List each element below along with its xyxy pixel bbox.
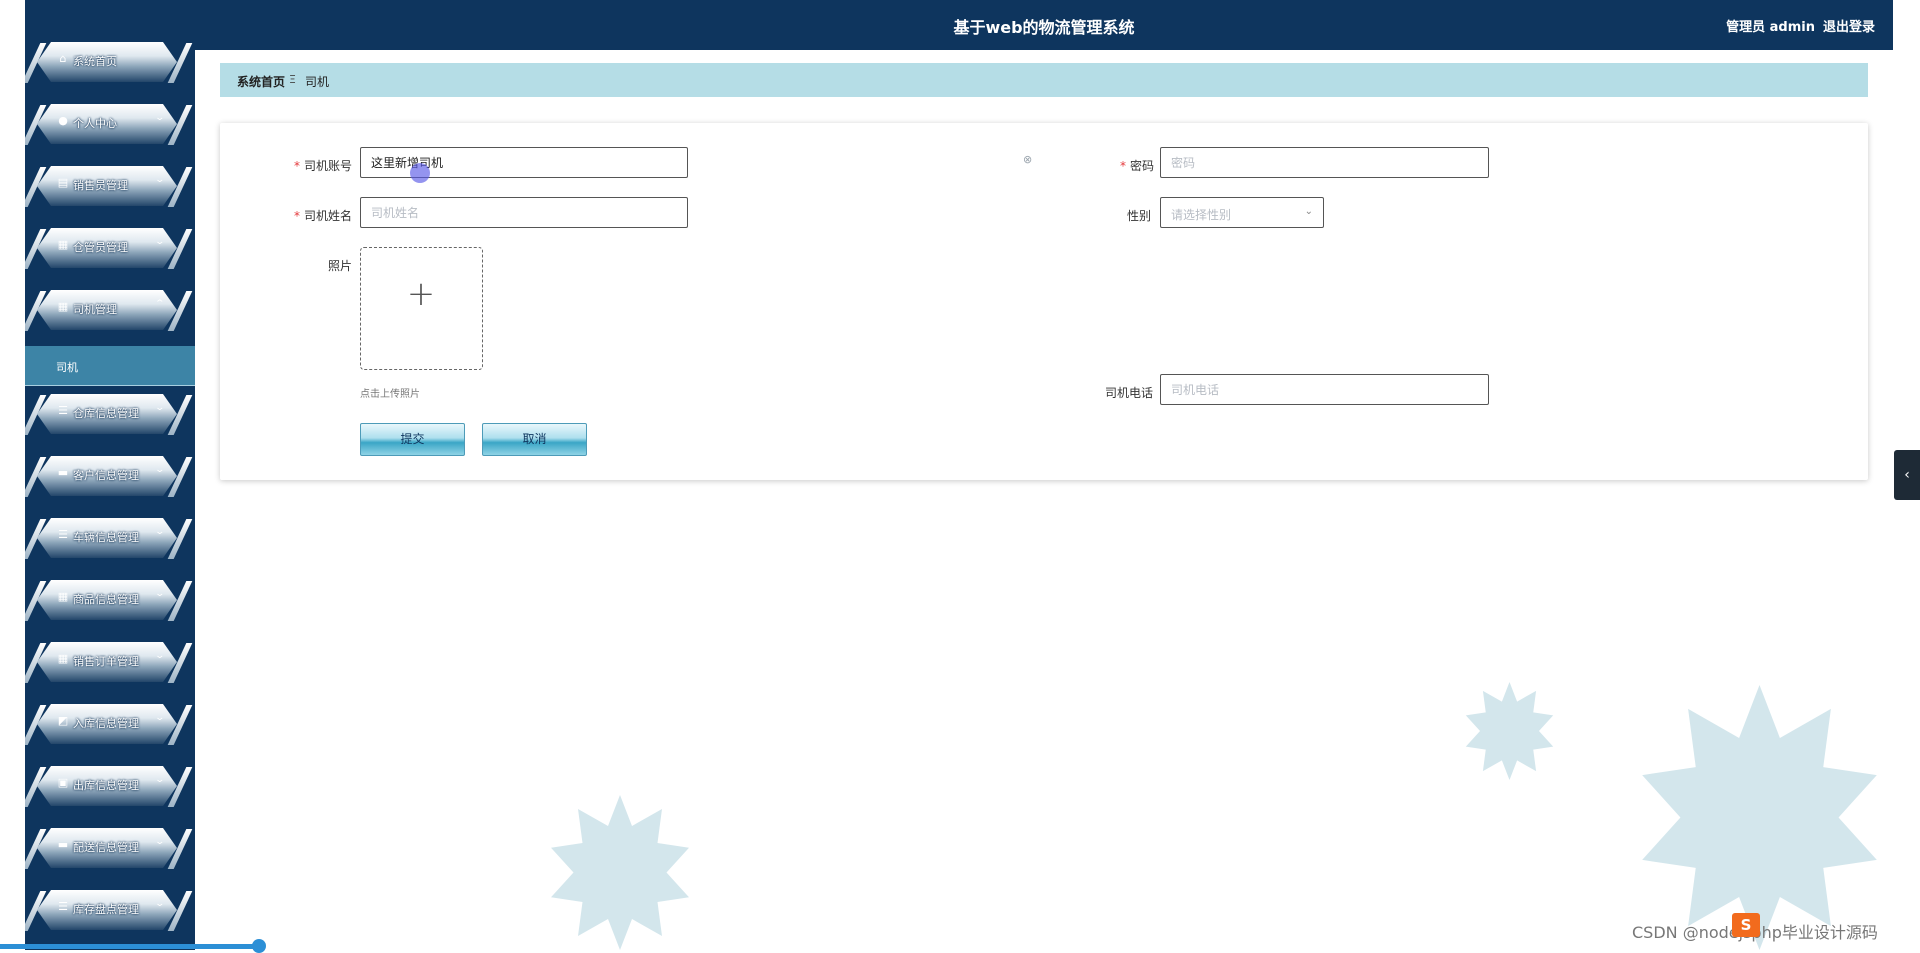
sidebar-item-label: 个人中心 bbox=[73, 117, 117, 130]
collapse-panel-icon[interactable]: ‹ bbox=[1894, 450, 1920, 500]
cancel-button[interactable]: 取消 bbox=[482, 423, 587, 456]
sidebar-item[interactable]: ▬ 客户信息管理 ⌄ bbox=[25, 445, 195, 507]
monitor-icon: ▬ bbox=[57, 838, 69, 851]
list-icon: ☰ bbox=[58, 900, 68, 913]
phone-label: 司机电话 bbox=[1105, 386, 1154, 400]
chevron-icon: ⌄ bbox=[154, 113, 166, 123]
submit-button[interactable]: 提交 bbox=[360, 423, 465, 456]
admin-user-label: 管理员 admin bbox=[1726, 20, 1815, 35]
sidebar-item[interactable]: ● 个人中心 ⌄ bbox=[25, 93, 195, 155]
list-icon: ☰ bbox=[58, 404, 68, 417]
chart-icon: ◩ bbox=[57, 714, 69, 727]
logout-link[interactable]: 退出登录 bbox=[1823, 16, 1875, 35]
breadcrumb-current: 司机 bbox=[305, 75, 330, 89]
page-progress-fill bbox=[0, 944, 259, 949]
sidebar-item-label: 销售员管理 bbox=[73, 179, 128, 192]
chevron-icon: ⌄ bbox=[154, 589, 166, 599]
photo-label: 照片 bbox=[328, 259, 353, 273]
driver-form-card: *司机账号 ⊗ *密码 *司机姓名 性别 请选择性别 ⌄ 照片 + 点击上传照片… bbox=[220, 123, 1868, 480]
user-area: 管理员 admin 退出登录 bbox=[1726, 16, 1875, 35]
sidebar-item[interactable]: ▤ 销售员管理 ⌄ bbox=[25, 155, 195, 217]
chevron-icon: ⌄ bbox=[154, 651, 166, 661]
breadcrumb-separator-icon: Ξ bbox=[289, 73, 296, 86]
monitor-icon: ▬ bbox=[57, 466, 69, 479]
chevron-icon: ⌄ bbox=[154, 465, 166, 475]
sidebar-item-label: 客户信息管理 bbox=[73, 469, 139, 482]
decoration-star-icon bbox=[1465, 682, 1554, 780]
photo-upload-box[interactable]: + bbox=[360, 247, 483, 370]
chevron-icon: ⌄ bbox=[154, 775, 166, 785]
clipboard-icon: ▤ bbox=[57, 176, 69, 189]
sidebar-item[interactable]: ▬ 配送信息管理 ⌄ bbox=[25, 817, 195, 879]
chevron-icon: ⌄ bbox=[154, 237, 166, 247]
chevron-icon: ⌄ bbox=[154, 837, 166, 847]
sidebar-item[interactable]: ⌂ 系统首页 bbox=[25, 31, 195, 93]
chevron-down-icon: ⌄ bbox=[1304, 206, 1313, 217]
sidebar-item[interactable]: ☰ 仓库信息管理 ⌄ bbox=[25, 383, 195, 445]
sidebar-item-label: 销售订单管理 bbox=[73, 655, 139, 668]
sidebar-item[interactable]: ☰ 库存盘点管理 ⌄ bbox=[25, 879, 195, 941]
sidebar-item-label: 库存盘点管理 bbox=[73, 903, 139, 916]
chevron-icon: ⌄ bbox=[154, 175, 166, 185]
driver-name-input[interactable] bbox=[360, 197, 688, 228]
decoration-star-icon bbox=[551, 795, 689, 950]
gender-select[interactable]: 请选择性别 ⌄ bbox=[1160, 197, 1324, 228]
sidebar-item[interactable]: ▦ 销售订单管理 ⌄ bbox=[25, 631, 195, 693]
user-icon: ● bbox=[58, 114, 68, 127]
sidebar-item-label: 出库信息管理 bbox=[73, 779, 139, 792]
sidebar-item-label: 车辆信息管理 bbox=[73, 531, 139, 544]
name-label: * 司机姓名 bbox=[294, 209, 353, 223]
csdn-logo-icon: S bbox=[1732, 913, 1760, 937]
grid-icon: ▦ bbox=[57, 238, 69, 251]
left-margin bbox=[0, 0, 25, 950]
breadcrumb: 系统首页 Ξ 司机 bbox=[220, 63, 1868, 97]
chevron-icon: ⌄ bbox=[154, 403, 166, 413]
sidebar-item[interactable]: ◩ 入库信息管理 ⌄ bbox=[25, 693, 195, 755]
sidebar-item[interactable]: ▦ 司机管理 ⌃ bbox=[25, 279, 195, 341]
sidebar: ⌂ 系统首页 ● 个人中心 ⌄ ▤ 销售员管理 ⌄ ▦ 仓管员管理 ⌄ ▦ 司机管理 ⌃ ☰ 仓库信息管理 ⌄ ▬… bbox=[25, 0, 195, 950]
sidebar-item-label: 仓库信息管理 bbox=[73, 407, 139, 420]
briefcase-icon: ▣ bbox=[57, 776, 69, 789]
sidebar-item-label: 仓管员管理 bbox=[73, 241, 128, 254]
sidebar-subitem-driver[interactable]: 司机 bbox=[25, 346, 195, 386]
chevron-icon: ⌃ bbox=[154, 299, 166, 309]
chevron-icon: ⌄ bbox=[154, 899, 166, 909]
sidebar-item-label: 入库信息管理 bbox=[73, 717, 139, 730]
chevron-icon: ⌄ bbox=[154, 527, 166, 537]
grid-icon: ▦ bbox=[57, 652, 69, 665]
chevron-icon: ⌄ bbox=[154, 713, 166, 723]
cursor-indicator bbox=[410, 163, 430, 183]
password-input[interactable] bbox=[1160, 147, 1489, 178]
sidebar-item-label: 商品信息管理 bbox=[73, 593, 139, 606]
sidebar-item[interactable]: ▦ 仓管员管理 ⌄ bbox=[25, 217, 195, 279]
list-icon: ☰ bbox=[58, 528, 68, 541]
sidebar-item[interactable]: ☰ 车辆信息管理 ⌄ bbox=[25, 507, 195, 569]
sidebar-item[interactable]: ▦ 商品信息管理 ⌄ bbox=[25, 569, 195, 631]
sidebar-item-label: 司机管理 bbox=[73, 303, 117, 316]
grid-icon: ▦ bbox=[57, 300, 69, 313]
grid-icon: ▦ bbox=[57, 590, 69, 603]
sidebar-item-label: 系统首页 bbox=[73, 55, 117, 68]
account-label: * 司机账号 bbox=[294, 159, 353, 173]
sidebar-item-label: 配送信息管理 bbox=[73, 841, 139, 854]
gender-select-placeholder: 请选择性别 bbox=[1171, 208, 1232, 222]
upload-tip: 点击上传照片 bbox=[360, 389, 420, 400]
breadcrumb-home[interactable]: 系统首页 bbox=[237, 73, 285, 90]
driver-phone-input[interactable] bbox=[1160, 374, 1489, 405]
clear-icon[interactable]: ⊗ bbox=[1023, 153, 1032, 166]
sidebar-item[interactable]: ▣ 出库信息管理 ⌄ bbox=[25, 755, 195, 817]
gender-label: 性别 bbox=[1127, 209, 1152, 223]
top-header: 基于web的物流管理系统 管理员 admin 退出登录 bbox=[195, 0, 1893, 50]
app-title: 基于web的物流管理系统 bbox=[953, 18, 1135, 37]
password-label: * 密码 bbox=[1120, 159, 1155, 173]
page-progress-handle[interactable] bbox=[252, 939, 266, 953]
page-progress-track bbox=[0, 944, 1893, 950]
plus-icon: + bbox=[406, 274, 436, 314]
decoration-star-icon bbox=[1642, 685, 1877, 950]
sidebar-subitem-label: 司机 bbox=[56, 361, 78, 374]
home-icon: ⌂ bbox=[59, 52, 67, 65]
